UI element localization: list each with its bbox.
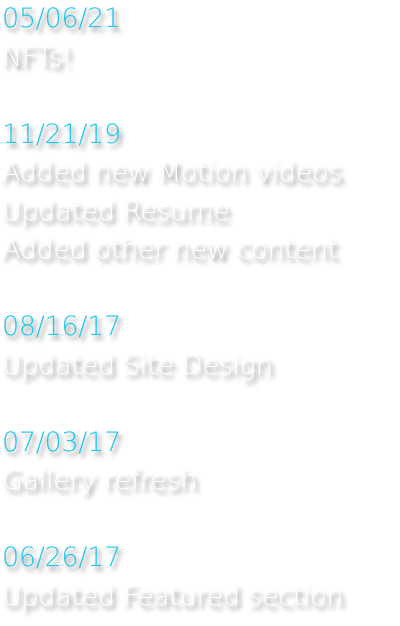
entry-note: Added other new content <box>2 234 338 265</box>
entry-spacer <box>0 270 400 309</box>
entry-date: 06/26/17 <box>2 542 121 573</box>
entry-note: Updated Featured section <box>2 580 344 612</box>
changelog-entry: 05/06/21 NFTs! <box>0 0 400 77</box>
entry-date: 08/16/17 <box>2 311 121 342</box>
entry-date: 05/06/21 <box>2 3 121 34</box>
entry-note: Gallery refresh <box>2 465 198 496</box>
entry-date: 11/21/19 <box>2 118 121 150</box>
entry-spacer <box>0 501 400 540</box>
entry-note: Updated Site Design <box>2 349 273 381</box>
entry-note: Added new Motion videos <box>2 157 343 188</box>
changelog-entry: 07/03/17 Gallery refresh <box>0 424 400 501</box>
entry-note: Updated Resume <box>2 195 230 227</box>
entry-date: 07/03/17 <box>2 426 121 458</box>
changelog-entry: 06/26/17 Updated Featured section <box>0 539 400 616</box>
entry-spacer <box>0 385 400 424</box>
changelog-entry: 11/21/19 Added new Motion videos Updated… <box>0 116 400 270</box>
entry-spacer <box>0 77 400 116</box>
changelog-entry: 08/16/17 Updated Site Design <box>0 308 400 385</box>
entry-note: NFTs! <box>2 41 73 73</box>
changelog: 05/06/21 NFTs! 11/21/19 Added new Motion… <box>0 0 400 626</box>
